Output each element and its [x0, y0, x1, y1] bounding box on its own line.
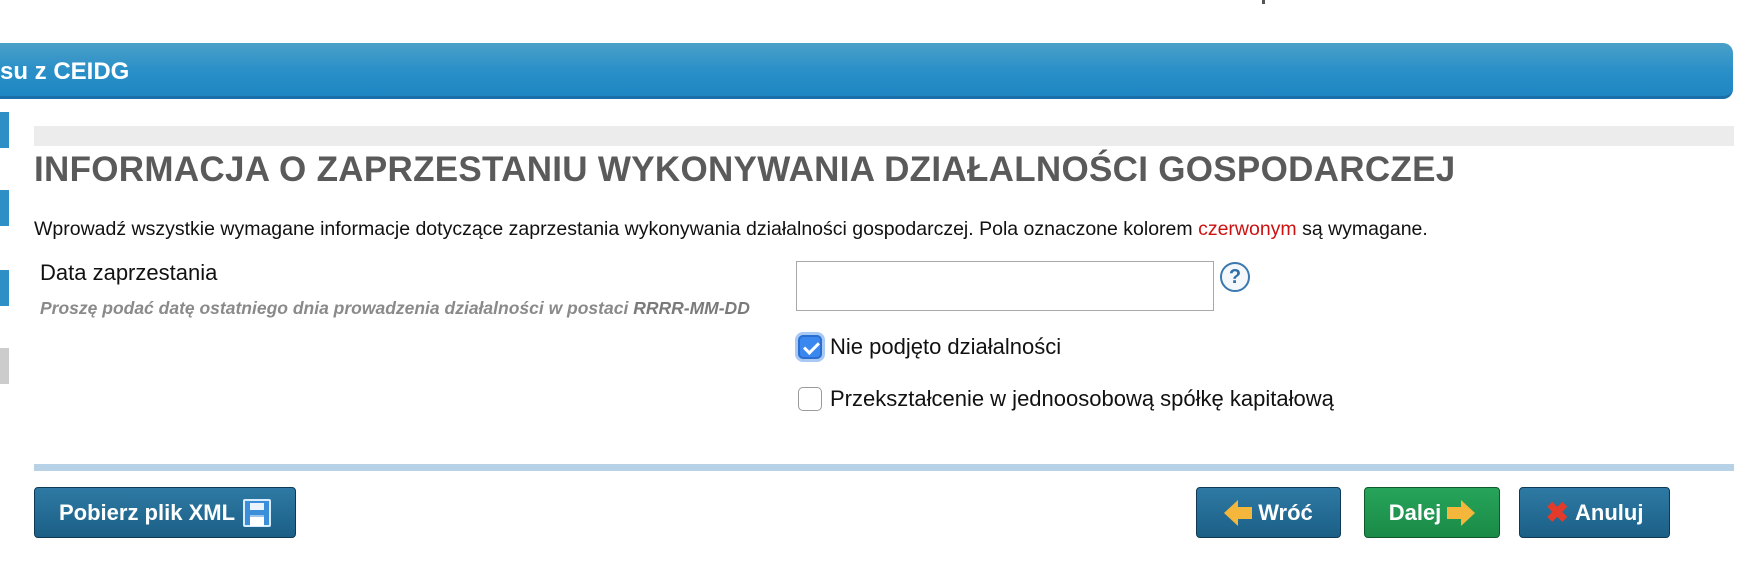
checkbox-label[interactable]: Nie podjęto działalności: [830, 334, 1061, 360]
intro-text-part: Wprowadź wszystkie wymagane informacje d…: [34, 218, 1199, 240]
side-nav-tab-3[interactable]: [0, 270, 9, 306]
intro-text: Wprowadź wszystkie wymagane informacje d…: [34, 218, 1428, 241]
next-label: Dalej: [1388, 499, 1442, 525]
cessation-date-input[interactable]: [796, 261, 1214, 311]
intro-text-part: są wymagane.: [1296, 218, 1428, 240]
checkbox-checked[interactable]: [798, 335, 822, 359]
date-field-label: Data zaprzestania: [40, 260, 218, 285]
side-nav-tab-2[interactable]: [0, 190, 9, 226]
checkbox-unchecked[interactable]: [798, 387, 822, 411]
header-bar: su z CEIDG: [0, 43, 1733, 99]
checkbox-transformation[interactable]: Przekształcenie w jednoosobową spółkę ka…: [798, 386, 1334, 412]
next-button[interactable]: Dalej: [1364, 487, 1500, 538]
arrow-left-icon-tail: [1238, 506, 1253, 519]
side-nav-tab-4[interactable]: [0, 348, 9, 384]
download-xml-button[interactable]: Pobierz plik XML: [34, 487, 296, 538]
download-xml-label: Pobierz plik XML: [58, 499, 236, 525]
intro-required-color-word: czerwonym: [1198, 218, 1297, 240]
date-field-hint: Proszę podać datę ostatniego dnia prowad…: [40, 294, 780, 322]
arrow-left-icon: [1224, 499, 1239, 526]
help-icon[interactable]: ?: [1220, 262, 1250, 292]
page-title: INFORMACJA O ZAPRZESTANIU WYKONYWANIA DZ…: [34, 150, 1456, 189]
date-field-hint-text: Proszę podać datę ostatniego dnia prowad…: [40, 298, 634, 318]
close-icon: ✖: [1545, 496, 1570, 528]
checkbox-not-started[interactable]: Nie podjęto działalności: [798, 334, 1061, 360]
arrow-right-icon: [1461, 499, 1476, 526]
date-format: RRRR-MM-DD: [633, 298, 750, 318]
top-edge-fragment: [1262, 0, 1265, 4]
cancel-label: Anuluj: [1575, 499, 1644, 525]
section-header-strip: [34, 126, 1734, 146]
cancel-button[interactable]: ✖ Anuluj: [1519, 487, 1670, 538]
header-title: su z CEIDG: [0, 58, 130, 85]
back-button[interactable]: Wróć: [1196, 487, 1341, 538]
back-label: Wróć: [1258, 499, 1313, 525]
checkbox-label[interactable]: Przekształcenie w jednoosobową spółkę ka…: [830, 386, 1334, 412]
floppy-disk-icon: [243, 498, 272, 527]
arrow-right-icon-tail: [1447, 506, 1462, 519]
section-divider: [34, 464, 1734, 471]
side-nav-tab-1[interactable]: [0, 112, 9, 148]
